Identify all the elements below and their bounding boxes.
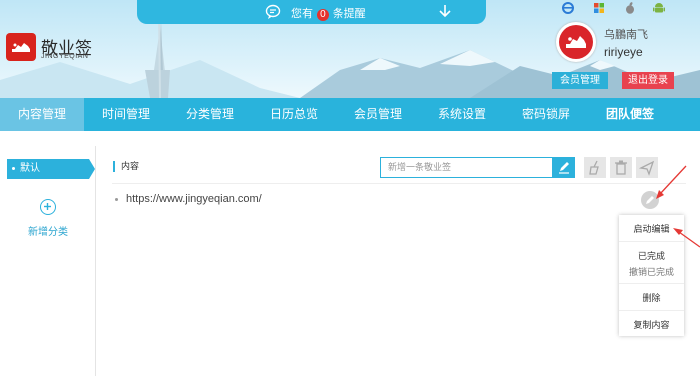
annotation-arrow-2 — [678, 231, 700, 248]
annotation-arrow-1 — [659, 165, 687, 195]
annotation-arrows — [656, 165, 700, 248]
app-window: 您有 0 条提醒 敬业签 JINGYEQIAN 乌鵬南飞 ririyeye 会员… — [0, 0, 700, 376]
